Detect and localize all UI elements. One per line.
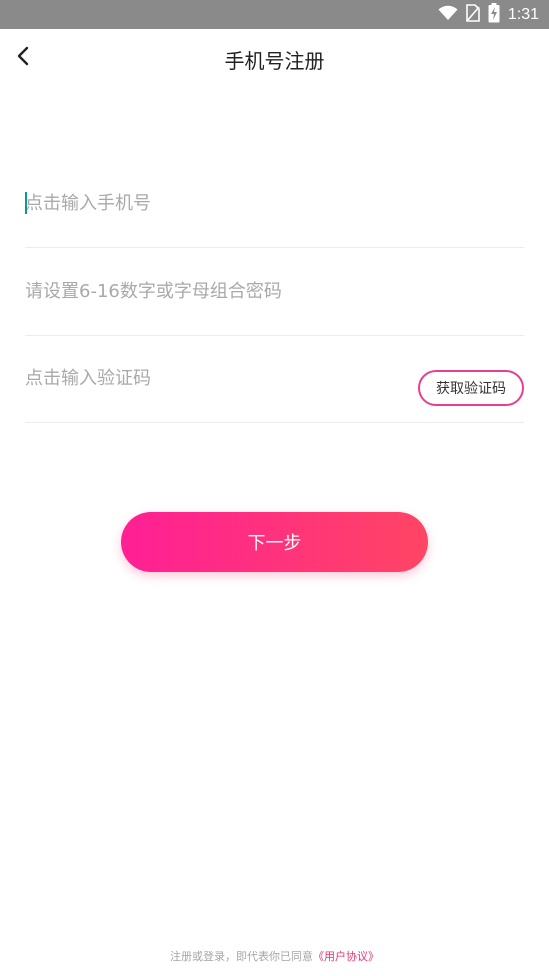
- next-button[interactable]: 下一步: [121, 512, 428, 572]
- password-field-row: [25, 247, 524, 336]
- code-field-row: 获取验证码: [25, 334, 524, 423]
- nav-header: 手机号注册: [0, 29, 549, 87]
- phone-input[interactable]: [25, 159, 385, 247]
- battery-charging-icon: [488, 2, 500, 27]
- wifi-icon: [438, 5, 458, 25]
- user-agreement-link[interactable]: 《用户协议》: [313, 950, 379, 963]
- code-input[interactable]: [25, 334, 385, 422]
- text-cursor: [25, 192, 27, 214]
- page-title: 手机号注册: [224, 49, 325, 73]
- status-time: 1:31: [507, 5, 539, 23]
- get-code-button[interactable]: 获取验证码: [418, 370, 524, 406]
- no-sim-icon: [466, 3, 480, 26]
- phone-field-row: [25, 159, 524, 248]
- password-input[interactable]: [25, 247, 385, 335]
- agreement-prefix: 注册或登录，即代表你已同意: [170, 950, 313, 963]
- status-bar: 1:31: [0, 0, 549, 29]
- status-icons: 1:31: [438, 0, 539, 29]
- agreement-text: 注册或登录，即代表你已同意《用户协议》: [0, 948, 549, 964]
